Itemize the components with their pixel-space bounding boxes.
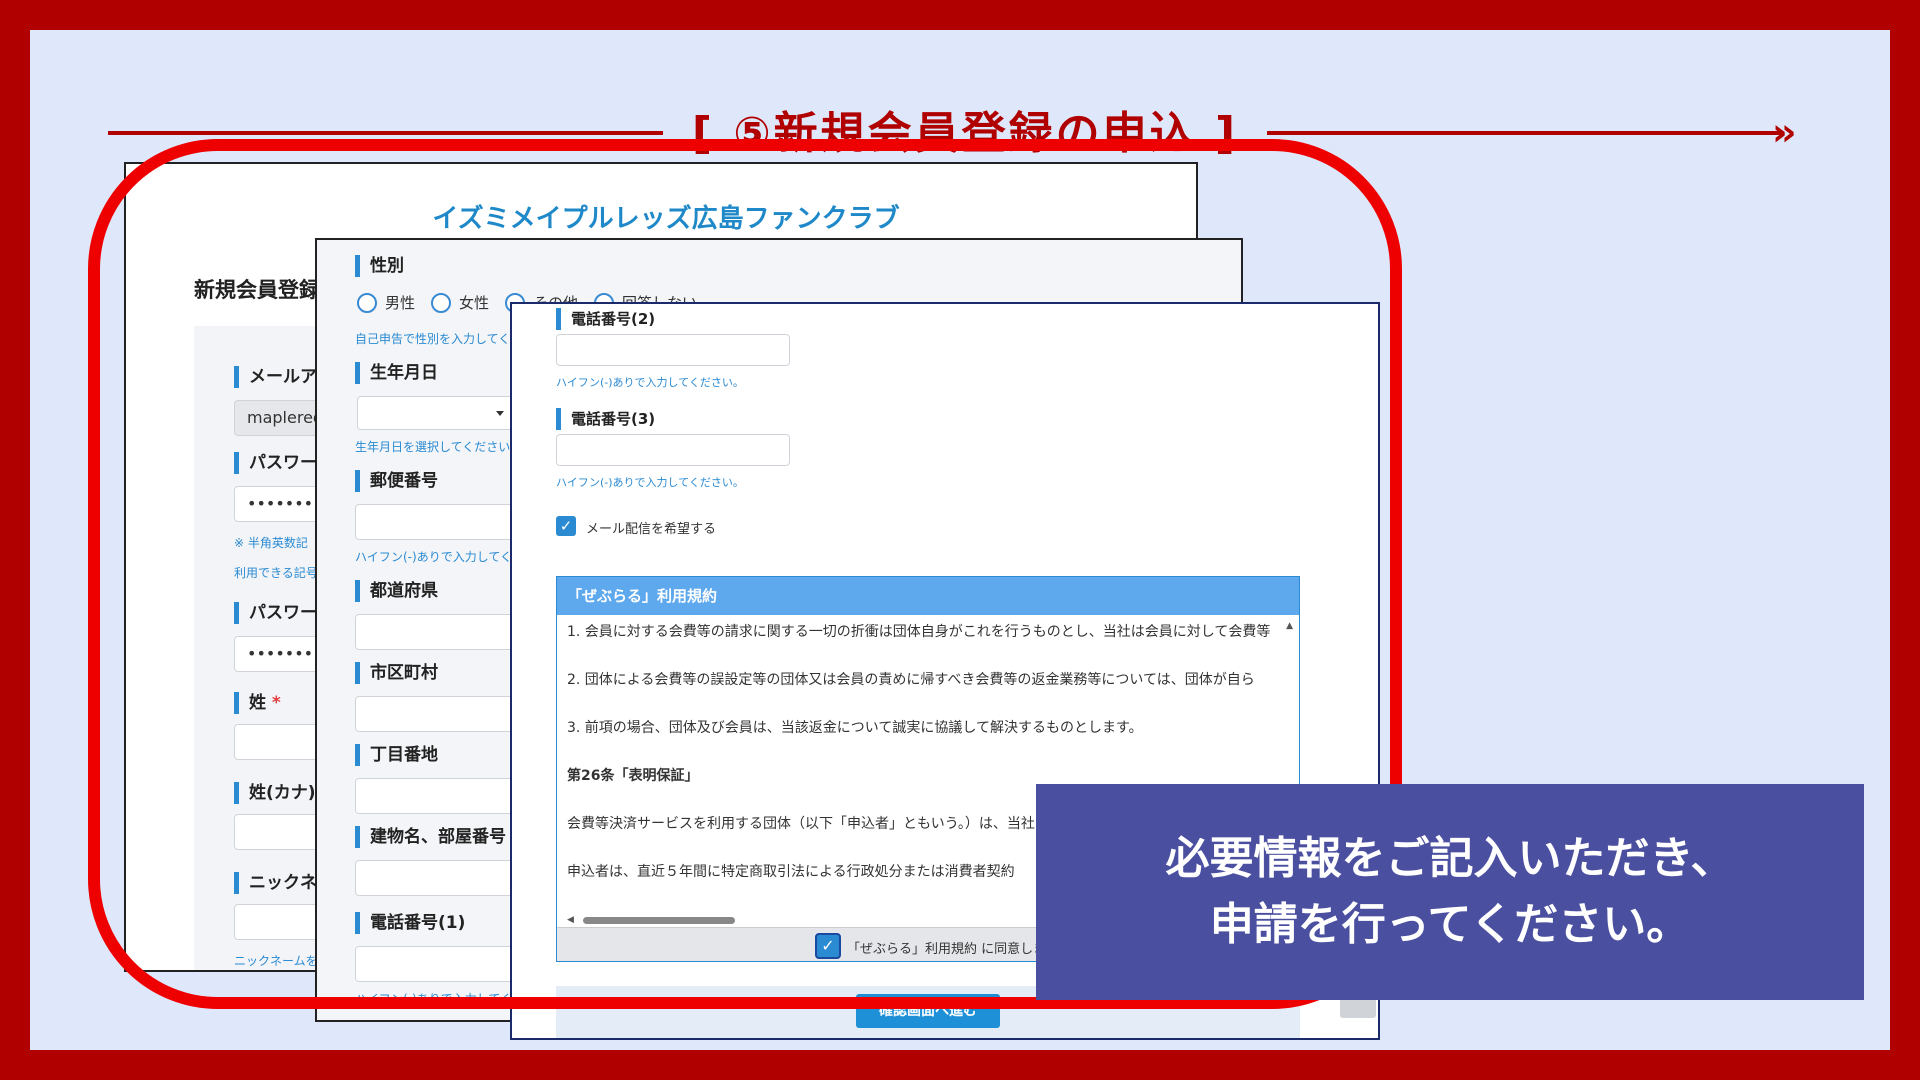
terms-line: 1. 会員に対する会費等の請求に関する一切の折衝は団体自身がこれを行うものとし、… <box>567 624 1271 640</box>
heading-line-left <box>108 131 663 135</box>
instruction-callout: 必要情報をご記入いただき、 申請を行ってください。 <box>1036 784 1864 1000</box>
prefecture-label: 都道府県 <box>355 580 438 602</box>
gender-hint: 自己申告で性別を入力してく <box>355 332 511 346</box>
callout-line-1: 必要情報をご記入いただき、 <box>1165 833 1735 884</box>
heading-bracket-right: ] <box>1214 108 1239 159</box>
required-mark: * <box>271 693 281 713</box>
terms-line: 2. 団体による会費等の誤設定等の団体又は会員の責めに帰すべき会費等の返金業務等… <box>567 672 1255 688</box>
newsletter-label: メール配信を希望する <box>586 522 717 537</box>
phone2-field[interactable] <box>556 334 790 366</box>
gender-option-male[interactable]: 男性 <box>357 292 415 313</box>
heading-title: ⑤新規会員登録の申込 <box>733 108 1197 159</box>
birthday-label: 生年月日 <box>355 362 438 384</box>
scroll-up-icon[interactable]: ▲ <box>1286 621 1293 631</box>
password-hint-2: 利用できる記号 <box>234 566 318 580</box>
address-label: 丁目番地 <box>355 744 438 766</box>
double-arrow-icon: » <box>1772 110 1797 154</box>
surname-label-text: 姓 <box>249 693 266 713</box>
radio-icon <box>357 292 377 313</box>
slide-heading: [ ⑤新規会員登録の申込 ] <box>670 106 1260 162</box>
phone1-label: 電話番号(1) <box>355 912 465 934</box>
surname-label: 姓 * <box>234 692 281 714</box>
phone3-label: 電話番号(3) <box>556 408 655 430</box>
phone3-field[interactable] <box>556 434 790 466</box>
radio-icon <box>431 292 452 313</box>
terms-agree-label: 「ぜぶらる」利用規約 に同意します <box>847 942 1060 957</box>
newsletter-checkbox[interactable]: ✓ <box>556 516 576 536</box>
gender-option-label: 男性 <box>385 294 416 312</box>
birthday-select[interactable] <box>357 396 513 430</box>
password-hint-1: ※ 半角英数記 <box>234 536 308 550</box>
postal-hint: ハイフン(-)ありで入力してくださ <box>355 550 536 564</box>
terms-line: 3. 前項の場合、団体及び会員は、当該返金について誠実に協議して解決するものとし… <box>567 720 1143 736</box>
terms-line: 会費等決済サービスを利用する団体（以下「申込者」ともいう。）は、当社 <box>567 816 1035 832</box>
terms-agree-checkbox[interactable]: ✓ <box>815 933 841 959</box>
gender-option-female[interactable]: 女性 <box>431 292 489 313</box>
terms-line: 第26条「表明保証」 <box>567 768 699 784</box>
scrollbar-thumb[interactable] <box>583 917 735 924</box>
surname-kana-label-text: 姓(カナ) <box>249 783 316 803</box>
phone2-hint: ハイフン(-)ありで入力してください。 <box>556 376 744 389</box>
terms-line: 申込者は、直近５年間に特定商取引法による行政処分または消費者契約 <box>567 864 1015 880</box>
heading-line-right <box>1267 131 1782 135</box>
building-label: 建物名、部屋番号 <box>355 826 506 848</box>
confirm-button[interactable]: 確認画面へ進む <box>856 994 1000 1028</box>
phone3-hint: ハイフン(-)ありで入力してください。 <box>556 476 744 489</box>
scroll-left-icon[interactable]: ◀ <box>567 915 574 925</box>
city-label: 市区町村 <box>355 662 438 684</box>
postal-label: 郵便番号 <box>355 470 438 492</box>
phone2-label: 電話番号(2) <box>556 308 655 330</box>
page-subtitle: 新規会員登録 <box>194 278 320 302</box>
gender-option-label: 女性 <box>459 294 490 312</box>
birthday-hint: 生年月日を選択してください <box>355 440 511 454</box>
chevron-down-icon <box>496 411 504 416</box>
terms-header: 「ぜぶらる」利用規約 <box>557 577 1299 615</box>
callout-line-2: 申請を行ってください。 <box>1209 899 1691 950</box>
gender-label: 性別 <box>355 255 404 277</box>
heading-bracket-left: [ <box>691 108 716 159</box>
phone1-hint: ハイフン(-)ありで入力してくださ <box>355 992 536 1006</box>
